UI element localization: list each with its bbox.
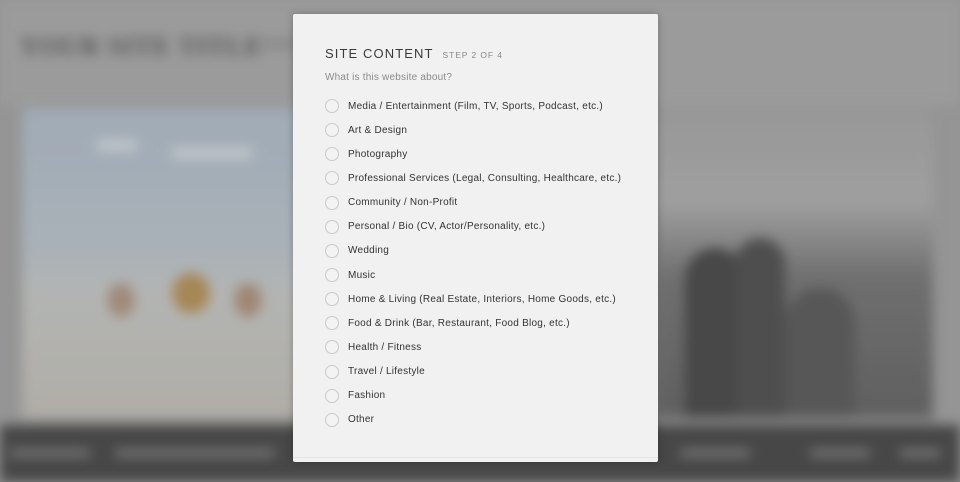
option-community-non-profit[interactable]: Community / Non-Profit	[325, 191, 645, 215]
dialog-divider	[293, 457, 658, 458]
option-home-living[interactable]: Home & Living (Real Estate, Interiors, H…	[325, 287, 645, 311]
option-label: Music	[348, 269, 376, 281]
option-personal-bio[interactable]: Personal / Bio (CV, Actor/Personality, e…	[325, 215, 645, 239]
option-label: Wedding	[348, 245, 390, 257]
option-label: Food & Drink (Bar, Restaurant, Food Blog…	[348, 317, 570, 329]
option-health-fitness[interactable]: Health / Fitness	[325, 335, 645, 359]
option-label: Media / Entertainment (Film, TV, Sports,…	[348, 100, 603, 112]
radio-button[interactable]	[325, 340, 339, 355]
option-label: Community / Non-Profit	[348, 197, 458, 209]
option-media-entertainment[interactable]: Media / Entertainment (Film, TV, Sports,…	[325, 94, 645, 118]
radio-button[interactable]	[325, 243, 339, 258]
radio-button[interactable]	[325, 364, 339, 379]
radio-button[interactable]	[325, 316, 339, 331]
option-professional-services[interactable]: Professional Services (Legal, Consulting…	[325, 166, 645, 190]
radio-button[interactable]	[325, 268, 339, 283]
radio-button[interactable]	[325, 388, 339, 403]
dialog-header: SITE CONTENT STEP 2 OF 4	[325, 46, 503, 61]
option-photography[interactable]: Photography	[325, 142, 645, 166]
site-topic-options: Media / Entertainment (Film, TV, Sports,…	[325, 94, 645, 432]
option-music[interactable]: Music	[325, 263, 645, 287]
radio-button[interactable]	[325, 147, 339, 162]
option-other[interactable]: Other	[325, 408, 645, 432]
dialog-title: SITE CONTENT	[325, 46, 434, 61]
step-indicator: STEP 2 OF 4	[442, 50, 503, 60]
option-art-design[interactable]: Art & Design	[325, 118, 645, 142]
radio-button[interactable]	[325, 171, 339, 186]
option-label: Photography	[348, 148, 408, 160]
screen: YOUR SITE TITLE SITE CONTENT STEP 2 OF 4	[0, 0, 960, 482]
option-label: Personal / Bio (CV, Actor/Personality, e…	[348, 221, 546, 233]
dialog-question: What is this website about?	[325, 72, 453, 83]
option-label: Professional Services (Legal, Consulting…	[348, 172, 622, 184]
option-label: Other	[348, 414, 375, 426]
option-wedding[interactable]: Wedding	[325, 239, 645, 263]
radio-button[interactable]	[325, 99, 339, 114]
option-label: Health / Fitness	[348, 341, 422, 353]
option-label: Home & Living (Real Estate, Interiors, H…	[348, 293, 616, 305]
radio-button[interactable]	[325, 195, 339, 210]
option-label: Art & Design	[348, 124, 408, 136]
option-fashion[interactable]: Fashion	[325, 384, 645, 408]
site-content-dialog: SITE CONTENT STEP 2 OF 4 What is this we…	[293, 14, 658, 462]
option-travel-lifestyle[interactable]: Travel / Lifestyle	[325, 360, 645, 384]
radio-button[interactable]	[325, 292, 339, 307]
radio-button[interactable]	[325, 412, 339, 427]
radio-button[interactable]	[325, 219, 339, 234]
radio-button[interactable]	[325, 123, 339, 138]
option-label: Travel / Lifestyle	[348, 366, 425, 378]
option-food-drink[interactable]: Food & Drink (Bar, Restaurant, Food Blog…	[325, 311, 645, 335]
option-label: Fashion	[348, 390, 386, 402]
